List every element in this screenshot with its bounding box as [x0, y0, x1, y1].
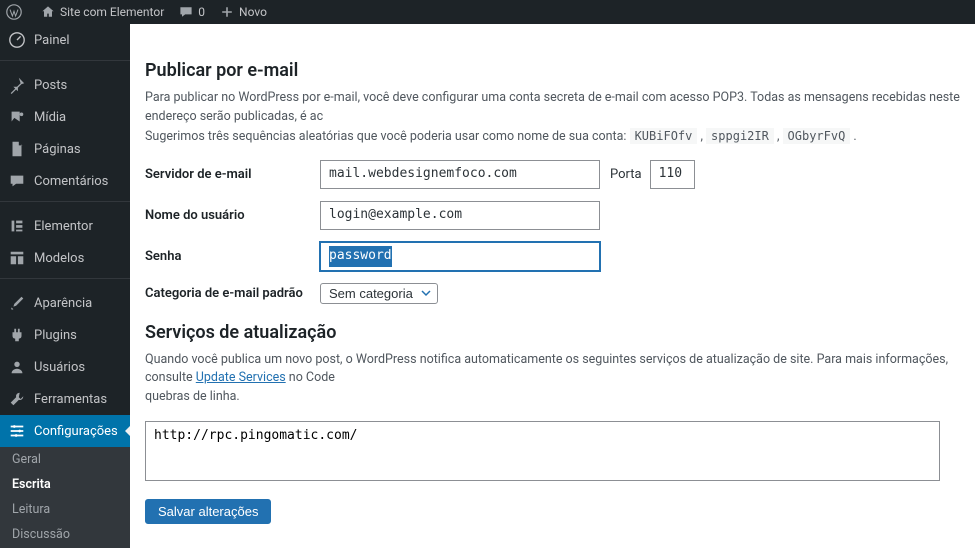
- sidebar-item-midia[interactable]: Mídia: [0, 101, 130, 133]
- settings-submenu: Geral Escrita Leitura Discussão Mídia Li…: [0, 447, 130, 548]
- email-section-title: Publicar por e-mail: [145, 60, 975, 81]
- sidebar-item-comentarios[interactable]: Comentários: [0, 165, 130, 197]
- user-icon: [8, 358, 26, 376]
- email-desc-line1: Para publicar no WordPress por e-mail, v…: [145, 90, 960, 124]
- sidebar-item-label: Plugins: [34, 328, 77, 343]
- sidebar-item-usuarios[interactable]: Usuários: [0, 351, 130, 383]
- sidebar-item-label: Posts: [34, 78, 67, 93]
- sidebar-item-paginas[interactable]: Páginas: [0, 133, 130, 165]
- menu-separator: [0, 278, 130, 283]
- default-category-label: Categoria de e-mail padrão: [145, 286, 320, 301]
- sidebar-item-label: Configurações: [34, 424, 118, 439]
- sidebar-item-label: Páginas: [34, 142, 81, 157]
- comments-link[interactable]: 0: [178, 4, 205, 20]
- sidebar-item-modelos[interactable]: Modelos: [0, 242, 130, 274]
- submenu-item-discussao[interactable]: Discussão: [0, 522, 130, 547]
- sidebar-item-label: Usuários: [34, 360, 85, 375]
- home-icon: [40, 4, 56, 20]
- sidebar-item-ferramentas[interactable]: Ferramentas: [0, 383, 130, 415]
- row-password: Senha: [145, 242, 975, 271]
- new-label: Novo: [239, 5, 267, 19]
- sidebar-item-configuracoes[interactable]: Configurações: [0, 415, 130, 447]
- password-label: Senha: [145, 249, 320, 264]
- email-desc-line2: Sugerimos três sequências aleatórias que…: [145, 129, 630, 144]
- media-icon: [8, 108, 26, 126]
- update-desc-post: no Code: [289, 370, 335, 385]
- sidebar-item-plugins[interactable]: Plugins: [0, 319, 130, 351]
- update-section-desc: Quando você publica um novo post, o Word…: [145, 351, 965, 407]
- submenu-item-leitura[interactable]: Leitura: [0, 497, 130, 522]
- site-name-link[interactable]: Site com Elementor: [40, 4, 164, 20]
- default-category-select[interactable]: Sem categoria: [320, 283, 438, 304]
- random-code-3: OGbyrFvQ: [783, 128, 851, 144]
- random-code-1: KUBiFOfv: [630, 128, 698, 144]
- brush-icon: [8, 294, 26, 312]
- random-code-2: sppgi2IR: [706, 128, 774, 144]
- site-name-text: Site com Elementor: [60, 5, 164, 19]
- sidebar-item-painel[interactable]: Painel: [0, 24, 130, 56]
- submenu-item-escrita[interactable]: Escrita: [0, 472, 130, 497]
- settings-sliders-icon: [8, 422, 26, 440]
- menu-separator: [0, 201, 130, 206]
- row-mail-server: Servidor de e-mail Porta: [145, 160, 975, 189]
- sidebar-item-posts[interactable]: Posts: [0, 69, 130, 101]
- sidebar-item-elementor[interactable]: Elementor: [0, 210, 130, 242]
- mail-server-label: Servidor de e-mail: [145, 167, 320, 182]
- sidebar-item-label: Ferramentas: [34, 392, 107, 407]
- comment-icon: [8, 172, 26, 190]
- admin-bar: Site com Elementor 0 Novo: [0, 0, 975, 24]
- wordpress-icon: [6, 4, 22, 20]
- main-content: Publicar por e-mail Para publicar no Wor…: [130, 24, 975, 548]
- sidebar-item-aparencia[interactable]: Aparência: [0, 287, 130, 319]
- sidebar-item-label: Aparência: [34, 296, 92, 311]
- pin-icon: [8, 76, 26, 94]
- wp-logo[interactable]: [6, 4, 26, 20]
- plus-icon: [219, 4, 235, 20]
- new-content-link[interactable]: Novo: [219, 4, 267, 20]
- ping-services-textarea[interactable]: http://rpc.pingomatic.com/: [145, 421, 940, 481]
- submenu-item-geral[interactable]: Geral: [0, 447, 130, 472]
- port-input[interactable]: [650, 160, 695, 189]
- comments-count: 0: [198, 5, 205, 19]
- username-input[interactable]: [320, 201, 600, 230]
- template-icon: [8, 249, 26, 267]
- sidebar-item-label: Modelos: [34, 251, 84, 266]
- email-section-desc: Para publicar no WordPress por e-mail, v…: [145, 89, 965, 146]
- sidebar-item-label: Painel: [34, 33, 70, 48]
- admin-sidebar: Painel Posts Mídia Páginas Comentários E…: [0, 24, 130, 548]
- comment-icon: [178, 4, 194, 20]
- update-desc-line2: quebras de linha.: [145, 389, 240, 404]
- wrench-icon: [8, 390, 26, 408]
- porta-label: Porta: [610, 167, 642, 182]
- elementor-icon: [8, 217, 26, 235]
- row-username: Nome do usuário: [145, 201, 975, 230]
- row-default-category: Categoria de e-mail padrão Sem categoria: [145, 283, 975, 304]
- username-label: Nome do usuário: [145, 208, 320, 223]
- plugin-icon: [8, 326, 26, 344]
- update-services-link[interactable]: Update Services: [196, 370, 286, 385]
- sidebar-item-label: Mídia: [34, 110, 66, 125]
- mail-server-input[interactable]: [320, 160, 600, 189]
- page-icon: [8, 140, 26, 158]
- update-section-title: Serviços de atualização: [145, 322, 975, 343]
- save-button[interactable]: Salvar alterações: [145, 499, 271, 524]
- dashboard-icon: [8, 31, 26, 49]
- menu-separator: [0, 60, 130, 65]
- sidebar-item-label: Elementor: [34, 219, 93, 234]
- password-input[interactable]: [320, 242, 600, 271]
- sidebar-item-label: Comentários: [34, 174, 108, 189]
